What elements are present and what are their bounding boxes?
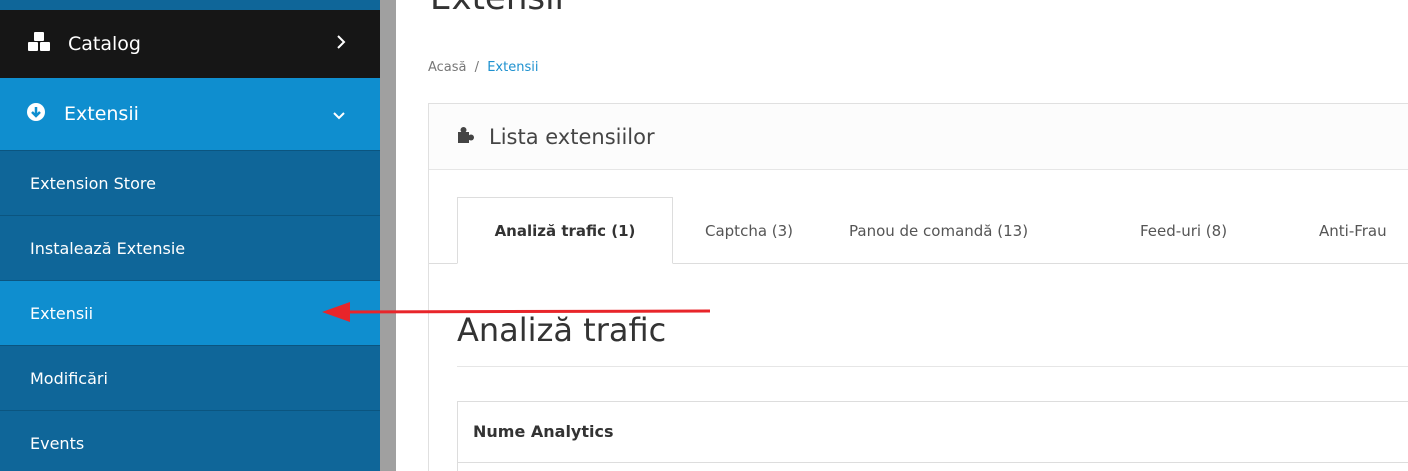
arrow-circle-down-icon — [26, 102, 46, 126]
tab-dashboard[interactable]: Panou de comandă (13) — [849, 197, 1028, 264]
panel-heading: Lista extensiilor — [429, 104, 1408, 170]
chevron-down-icon — [332, 106, 346, 125]
tab-label: Panou de comandă (13) — [849, 221, 1029, 240]
section-title: Analiză trafic — [457, 311, 667, 349]
breadcrumb-home-link[interactable]: Acasă — [428, 60, 467, 75]
submenu-install-extension[interactable]: Instalează Extensie — [0, 215, 380, 280]
sidebar-item-label: Extensii — [64, 103, 139, 125]
puzzle-icon — [457, 126, 475, 148]
submenu-events[interactable]: Events — [0, 410, 380, 471]
submenu-label: Modificări — [30, 368, 108, 388]
tab-anti-fraud[interactable]: Anti-Frau — [1319, 197, 1387, 264]
sidebar: Catalog Extensii Extension Store Instale… — [0, 0, 380, 471]
table-header-divider — [458, 462, 1408, 463]
submenu-label: Extensii — [30, 303, 94, 323]
section-divider — [457, 366, 1408, 367]
submenu-modifications[interactable]: Modificări — [0, 345, 380, 410]
table-header-name: Nume Analytics — [473, 422, 614, 441]
tab-label: Captcha (3) — [705, 221, 794, 240]
tab-label: Analiză trafic (1) — [494, 221, 636, 240]
chevron-right-icon — [336, 34, 346, 54]
tab-bar: Analiză trafic (1) Captcha (3) Panou de … — [429, 197, 1408, 264]
submenu-label: Extension Store — [30, 173, 156, 193]
page-title: Extensii — [430, 0, 564, 18]
submenu-label: Instalează Extensie — [30, 238, 186, 258]
submenu-extension-store[interactable]: Extension Store — [0, 150, 380, 215]
tab-feeds[interactable]: Feed-uri (8) — [1140, 197, 1227, 264]
breadcrumb-current-link[interactable]: Extensii — [487, 60, 538, 75]
submenu-label: Events — [30, 433, 85, 453]
breadcrumb-separator: / — [474, 60, 480, 75]
sidebar-scrollbar[interactable] — [380, 0, 396, 471]
tab-label: Feed-uri (8) — [1140, 221, 1228, 240]
panel-title: Lista extensiilor — [489, 124, 655, 149]
sidebar-item-extensions[interactable]: Extensii — [0, 78, 380, 150]
tab-label: Anti-Frau — [1319, 221, 1387, 240]
extensions-panel: Lista extensiilor Analiză trafic (1) Cap… — [428, 103, 1408, 471]
cubes-icon — [26, 31, 52, 57]
breadcrumb: Acasă / Extensii — [428, 60, 538, 75]
analytics-table: Nume Analytics — [457, 401, 1408, 471]
sidebar-item-label: Catalog — [68, 33, 141, 55]
sidebar-item-catalog[interactable]: Catalog — [0, 10, 380, 78]
submenu-extensions[interactable]: Extensii — [0, 280, 380, 345]
tab-captcha[interactable]: Captcha (3) — [705, 197, 793, 264]
tab-traffic-analysis[interactable]: Analiză trafic (1) — [457, 197, 673, 264]
